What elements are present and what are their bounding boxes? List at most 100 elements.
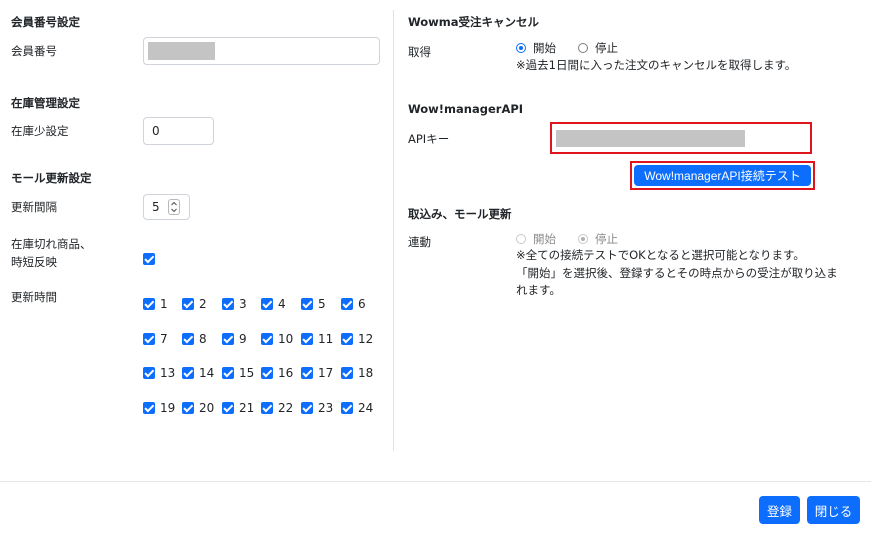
import-note: ※全ての接続テストでOKとなると選択可能となります。 「開始」を選択後、登録する…: [516, 247, 838, 300]
hour-label: 21: [239, 401, 255, 415]
masked-value: [148, 42, 215, 60]
checkbox-checked-icon: [143, 298, 155, 310]
checkbox-checked-icon: [261, 402, 273, 414]
update-interval-stepper[interactable]: 5: [143, 194, 190, 220]
hour-checkbox-21[interactable]: 21: [222, 401, 254, 415]
import-heading: 取込み、モール更新: [408, 207, 512, 221]
checkbox-checked-icon: [222, 298, 234, 310]
hour-checkbox-1[interactable]: 1: [143, 297, 168, 311]
hour-label: 3: [239, 297, 247, 311]
hour-label: 18: [358, 366, 374, 380]
register-button[interactable]: 登録: [759, 496, 800, 524]
import-stop-label: 停止: [595, 232, 618, 246]
hour-checkbox-22[interactable]: 22: [261, 401, 293, 415]
cancel-fetch-label: 取得: [408, 45, 431, 59]
hour-checkbox-17[interactable]: 17: [301, 366, 333, 380]
hour-label: 13: [160, 366, 176, 380]
hour-checkbox-10[interactable]: 10: [261, 332, 293, 346]
api-key-input-highlight: [550, 122, 812, 154]
hour-label: 16: [278, 366, 294, 380]
checkbox-checked-icon: [341, 402, 353, 414]
column-divider: [393, 10, 394, 451]
import-note-line2: 「開始」を選択後、登録するとその時点からの受注が取り込ま: [516, 265, 838, 280]
api-key-input[interactable]: [553, 125, 809, 151]
footer-divider: [0, 481, 871, 482]
stepper-arrows[interactable]: [168, 199, 180, 215]
cancel-note: ※過去1日間に入った注文のキャンセルを取得します。: [516, 58, 797, 72]
hour-checkbox-23[interactable]: 23: [301, 401, 333, 415]
hour-checkbox-5[interactable]: 5: [301, 297, 326, 311]
stock-low-value: 0: [152, 124, 160, 138]
hour-checkbox-8[interactable]: 8: [182, 332, 207, 346]
checkbox-checked-icon: [261, 298, 273, 310]
hour-label: 10: [278, 332, 294, 346]
hour-checkbox-15[interactable]: 15: [222, 366, 254, 380]
hour-label: 11: [318, 332, 334, 346]
cancel-radio-group: 開始 停止: [516, 40, 640, 56]
hour-checkbox-2[interactable]: 2: [182, 297, 207, 311]
hour-checkbox-18[interactable]: 18: [341, 366, 373, 380]
checkbox-checked-icon: [143, 367, 155, 379]
member-number-input[interactable]: [143, 37, 380, 65]
import-stop-radio[interactable]: [578, 234, 588, 244]
checkbox-checked-icon: [341, 298, 353, 310]
api-heading: Wow!managerAPI: [408, 102, 524, 116]
checkbox-checked-icon: [301, 367, 313, 379]
close-button[interactable]: 閉じる: [807, 496, 860, 524]
checkbox-checked-icon: [143, 333, 155, 345]
hour-checkbox-6[interactable]: 6: [341, 297, 366, 311]
hour-label: 6: [358, 297, 366, 311]
hour-checkbox-3[interactable]: 3: [222, 297, 247, 311]
checkbox-checked-icon: [222, 333, 234, 345]
masked-value: [556, 130, 745, 147]
hour-checkbox-19[interactable]: 19: [143, 401, 175, 415]
hour-label: 8: [199, 332, 207, 346]
hour-checkbox-11[interactable]: 11: [301, 332, 333, 346]
import-start-radio[interactable]: [516, 234, 526, 244]
hour-checkbox-7[interactable]: 7: [143, 332, 168, 346]
checkbox-checked-icon: [261, 367, 273, 379]
hour-checkbox-20[interactable]: 20: [182, 401, 214, 415]
hour-checkbox-12[interactable]: 12: [341, 332, 373, 346]
checkbox-checked-icon: [182, 402, 194, 414]
mall-heading: モール更新設定: [11, 171, 92, 185]
hour-checkbox-24[interactable]: 24: [341, 401, 373, 415]
hour-checkbox-4[interactable]: 4: [261, 297, 286, 311]
hour-checkbox-16[interactable]: 16: [261, 366, 293, 380]
checkbox-checked-icon: [143, 402, 155, 414]
cancel-start-radio[interactable]: [516, 43, 526, 53]
hour-label: 23: [318, 401, 334, 415]
hour-label: 19: [160, 401, 176, 415]
soldout-label-line2: 時短反映: [11, 255, 57, 269]
api-key-label: APIキー: [408, 132, 450, 146]
stock-low-input[interactable]: 0: [143, 117, 214, 145]
soldout-checkbox[interactable]: [143, 253, 155, 268]
cancel-stop-label: 停止: [595, 41, 618, 55]
hour-label: 22: [278, 401, 294, 415]
checkbox-checked-icon: [301, 402, 313, 414]
hour-checkbox-14[interactable]: 14: [182, 366, 214, 380]
checkbox-checked-icon: [341, 367, 353, 379]
cancel-stop-radio[interactable]: [578, 43, 588, 53]
hour-checkbox-9[interactable]: 9: [222, 332, 247, 346]
import-radio-group: 開始 停止: [516, 231, 640, 247]
hour-label: 17: [318, 366, 334, 380]
stock-low-label: 在庫少設定: [11, 124, 69, 138]
hour-label: 4: [278, 297, 286, 311]
api-test-button[interactable]: Wow!managerAPI接続テスト: [634, 165, 811, 186]
import-note-line1: ※全ての接続テストでOKとなると選択可能となります。: [516, 248, 805, 262]
hour-checkbox-13[interactable]: 13: [143, 366, 175, 380]
hour-label: 7: [160, 332, 168, 346]
checkbox-checked-icon: [301, 298, 313, 310]
hour-label: 5: [318, 297, 326, 311]
hour-label: 15: [239, 366, 255, 380]
soldout-label-line1: 在庫切れ商品、: [11, 237, 92, 251]
member-heading: 会員番号設定: [11, 15, 80, 29]
member-number-label: 会員番号: [11, 44, 57, 58]
checkbox-checked-icon: [222, 367, 234, 379]
chevron-up-down-icon: [171, 201, 177, 213]
cancel-start-label: 開始: [533, 41, 556, 55]
soldout-label: 在庫切れ商品、 時短反映: [11, 235, 92, 271]
checkbox-checked-icon: [182, 333, 194, 345]
import-link-label: 連動: [408, 235, 431, 249]
